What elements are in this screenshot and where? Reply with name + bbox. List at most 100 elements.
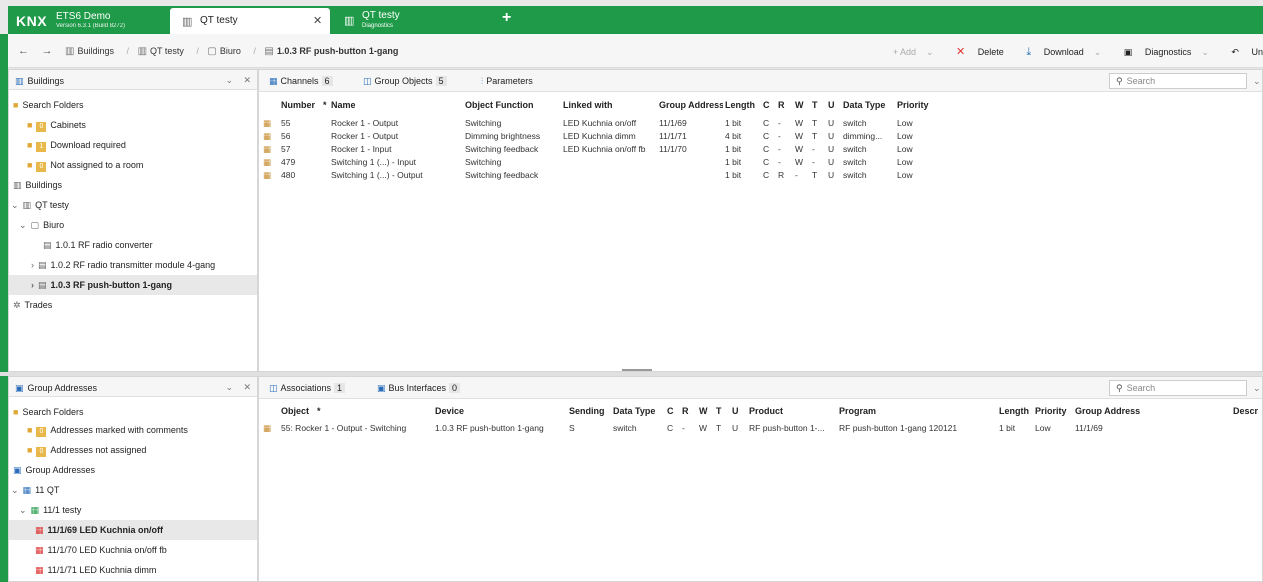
chevron-down-icon[interactable]: ⌄ xyxy=(19,220,27,230)
column-header[interactable]: T xyxy=(812,100,818,110)
column-header[interactable]: Group Address xyxy=(659,100,723,110)
add-button[interactable]: + Add xyxy=(893,47,916,57)
chevron-down-icon[interactable]: ⌄ xyxy=(11,200,19,210)
tree-item-marked-comments[interactable]: ■ 0 Addresses marked with comments xyxy=(9,420,257,440)
column-header[interactable]: C xyxy=(667,406,674,416)
diagnostics-button[interactable]: ▣ Diagnostics xyxy=(1114,47,1192,57)
column-header[interactable]: W xyxy=(795,100,804,110)
add-tab-button[interactable]: + xyxy=(502,9,511,27)
tree-item-device[interactable]: ▤ 1.0.1 RF radio converter xyxy=(9,235,257,255)
table-cell: 1 bit xyxy=(725,157,742,167)
tree-item-cabinets[interactable]: ■ 0 Cabinets xyxy=(9,115,257,135)
column-header[interactable]: Descr xyxy=(1233,406,1263,416)
diagnostics-label: Diagnostics xyxy=(1144,47,1192,57)
breadcrumb-item[interactable]: Biuro xyxy=(220,46,241,56)
chevron-down-icon[interactable]: ⌄ xyxy=(11,485,19,495)
column-header[interactable]: Length xyxy=(999,406,1029,416)
close-icon[interactable]: ✕ xyxy=(243,382,251,393)
column-header[interactable]: C xyxy=(763,100,770,110)
tree-item-main-group[interactable]: ⌄ ▦ 11 QT xyxy=(9,480,257,500)
table-cell: W xyxy=(795,131,804,141)
delete-button[interactable]: ✕ Delete xyxy=(946,46,1004,58)
table-cell: 11/1/69 xyxy=(659,118,687,128)
tab-bus-interfaces[interactable]: ▣ Bus Interfaces 0 xyxy=(377,383,461,394)
table-cell: switch xyxy=(843,118,867,128)
column-header[interactable]: Program xyxy=(839,406,876,416)
breadcrumb-item[interactable]: 1.0.3 RF push-button 1-gang xyxy=(277,46,399,56)
tree-item-qt-testy[interactable]: ⌄ ▥ QT testy xyxy=(9,195,257,215)
tree-item-not-assigned[interactable]: ■ 0 Not assigned to a room xyxy=(9,155,257,175)
panel-title: Buildings xyxy=(27,76,65,86)
chevron-down-icon[interactable]: ⌄ xyxy=(1253,383,1261,394)
tree-item-middle-group[interactable]: ⌄ ▦ 11/1 testy xyxy=(9,500,257,520)
close-icon[interactable]: ✕ xyxy=(243,75,251,86)
column-header[interactable]: T xyxy=(716,406,722,416)
column-header[interactable]: Product xyxy=(749,406,783,416)
chevron-down-icon[interactable]: ⌄ xyxy=(1094,47,1102,57)
app-tab[interactable]: KNX ETS6 Demo Version 6.3.1 (Build 8272) xyxy=(8,6,168,34)
breadcrumb-item[interactable]: Buildings xyxy=(77,46,114,56)
column-header[interactable]: Device xyxy=(435,406,464,416)
search-input[interactable]: ⚲ Search xyxy=(1109,380,1247,396)
tree-item-search-folders[interactable]: ■ Search Folders xyxy=(9,95,257,115)
column-header[interactable]: Name xyxy=(331,100,451,110)
undo-button[interactable]: ↶ Un xyxy=(1221,47,1263,57)
column-header[interactable]: Object Function xyxy=(465,100,553,110)
column-header[interactable]: Linked with xyxy=(563,100,653,110)
tree-item-device-selected[interactable]: › ▤ 1.0.3 RF push-button 1-gang xyxy=(9,275,257,295)
group-object-icon: ▦ xyxy=(263,157,272,167)
chevron-down-icon[interactable]: ⌄ xyxy=(19,505,27,515)
column-header[interactable]: Data Type xyxy=(613,406,655,416)
back-icon[interactable]: ← xyxy=(18,45,29,57)
column-header[interactable]: R xyxy=(778,100,785,110)
table-cell: 11/1/70 xyxy=(659,144,687,154)
column-header[interactable]: Group Address xyxy=(1075,406,1140,416)
count-badge: 0 xyxy=(36,447,47,457)
chevron-down-icon[interactable]: ⌄ xyxy=(1253,76,1261,87)
column-header[interactable]: Priority xyxy=(1035,406,1067,416)
tree-item-download-required[interactable]: ■ 1 Download required xyxy=(9,135,257,155)
column-header[interactable]: U xyxy=(732,406,739,416)
tab-parameters[interactable]: ⫶ Parameters xyxy=(481,76,533,87)
tree-item-trades[interactable]: ✲ Trades xyxy=(9,295,257,315)
column-header[interactable]: Length xyxy=(725,100,761,110)
tab-channels[interactable]: ▦ Channels 6 xyxy=(269,76,333,87)
download-button[interactable]: ⤓ Download xyxy=(1016,46,1083,58)
tree-item-device[interactable]: › ▤ 1.0.2 RF radio transmitter module 4-ga… xyxy=(9,255,257,275)
associations-panel: ◫ Associations 1 ▣ Bus Interfaces 0 ⚲ Search … xyxy=(258,376,1263,582)
column-header[interactable]: U xyxy=(828,100,835,110)
chevron-down-icon[interactable]: ⌄ xyxy=(926,47,934,57)
tab-group-objects[interactable]: ◫ Group Objects 5 xyxy=(363,76,447,87)
breadcrumb-item[interactable]: QT testy xyxy=(150,46,184,56)
chevron-right-icon[interactable]: › xyxy=(31,260,34,270)
splitter-handle[interactable] xyxy=(622,369,652,371)
tab-label: QT testy xyxy=(200,15,238,26)
tab-project[interactable]: ▥ QT testy ✕ xyxy=(170,8,330,34)
chevron-right-icon[interactable]: › xyxy=(31,280,34,290)
table-cell: 1 bit xyxy=(725,170,742,180)
search-input[interactable]: ⚲ Search xyxy=(1109,73,1247,89)
tab-associations[interactable]: ◫ Associations 1 xyxy=(269,383,346,394)
tree-item-not-assigned[interactable]: ■ 0 Addresses not assigned xyxy=(9,440,257,460)
tree-item-buildings[interactable]: ▥ Buildings xyxy=(9,175,257,195)
chevron-down-icon[interactable]: ⌄ xyxy=(1201,47,1209,57)
column-header[interactable]: Data Type xyxy=(843,100,899,110)
chevron-down-icon[interactable]: ⌄ xyxy=(225,75,233,86)
column-header[interactable]: R xyxy=(682,406,689,416)
tree-item-group-address[interactable]: ▦ 11/1/71 LED Kuchnia dimm xyxy=(9,560,257,580)
column-header[interactable]: Priority xyxy=(897,100,937,110)
chevron-down-icon[interactable]: ⌄ xyxy=(225,382,233,393)
column-header[interactable]: W xyxy=(699,406,708,416)
tree-item-group-address-selected[interactable]: ▦ 11/1/69 LED Kuchnia on/off xyxy=(9,520,257,540)
column-header[interactable]: Sending xyxy=(569,406,605,416)
forward-icon[interactable]: → xyxy=(42,45,53,57)
tree-item-group-address[interactable]: ▦ 11/1/70 LED Kuchnia on/off fb xyxy=(9,540,257,560)
tab-diagnostics[interactable]: ▥ QT testy Diagnostics xyxy=(338,6,478,34)
tree-item-biuro[interactable]: ⌄ ▢ Biuro xyxy=(9,215,257,235)
breadcrumb-separator: / xyxy=(196,46,199,56)
table-cell: Switching 1 (...) - Output xyxy=(331,170,423,180)
close-icon[interactable]: ✕ xyxy=(313,14,322,27)
column-header[interactable]: Object xyxy=(281,406,309,416)
tree-item-search-folders[interactable]: ■ Search Folders xyxy=(9,402,257,422)
tree-item-group-addresses[interactable]: ▣ Group Addresses xyxy=(9,460,257,480)
